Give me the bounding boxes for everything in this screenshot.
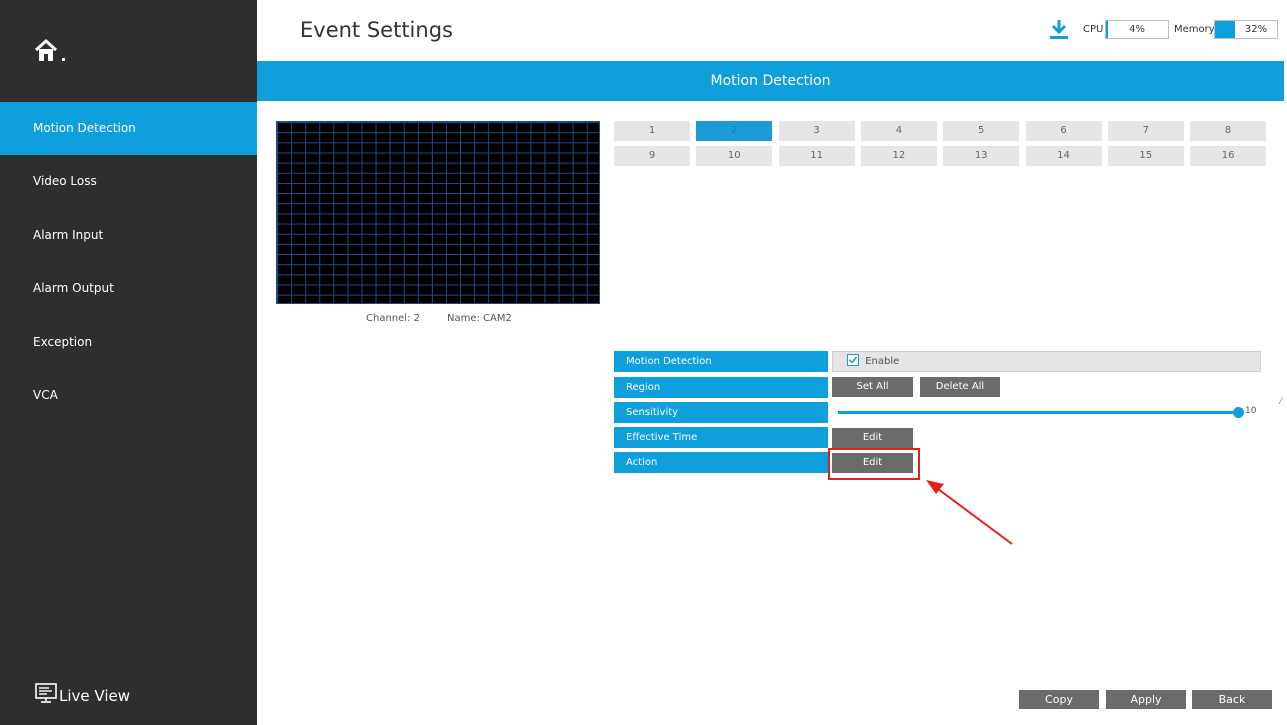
sidebar-item-vca[interactable]: VCA xyxy=(0,369,257,422)
copy-button[interactable]: Copy xyxy=(1019,690,1099,709)
monitor-icon xyxy=(35,682,59,711)
channel-button-8[interactable]: 8 xyxy=(1190,121,1267,141)
page-title: Event Settings xyxy=(300,18,453,42)
cpu-meter: 4% xyxy=(1105,20,1169,39)
set-all-button[interactable]: Set All xyxy=(832,377,913,397)
channel-button-16[interactable]: 16 xyxy=(1190,146,1267,166)
highlight-box xyxy=(828,448,920,480)
camera-name-caption: Name: CAM2 xyxy=(447,313,512,324)
channel-button-4[interactable]: 4 xyxy=(860,121,937,141)
channel-button-1[interactable]: 1 xyxy=(614,121,690,141)
memory-meter: 32% xyxy=(1214,20,1278,39)
motion-region-grid[interactable] xyxy=(276,121,600,304)
sensitivity-label: Sensitivity xyxy=(614,402,828,423)
apply-button[interactable]: Apply xyxy=(1106,690,1186,709)
enable-label: Enable xyxy=(865,356,900,367)
channel-button-14[interactable]: 14 xyxy=(1025,146,1102,166)
back-button[interactable]: Back xyxy=(1192,690,1272,709)
sidebar: Motion Detection Video Loss Alarm Input … xyxy=(0,0,257,725)
memory-fill xyxy=(1215,21,1235,38)
effective-time-label: Effective Time xyxy=(614,427,828,448)
effective-time-edit-button[interactable]: Edit xyxy=(832,428,913,448)
channel-button-7[interactable]: 7 xyxy=(1107,121,1184,141)
channel-button-10[interactable]: 10 xyxy=(696,146,773,166)
action-label: Action xyxy=(614,452,828,473)
sensitivity-slider[interactable] xyxy=(838,411,1238,414)
annotation-arrow-icon xyxy=(920,476,1020,552)
download-icon[interactable] xyxy=(1048,18,1070,44)
sidebar-item-alarm-input[interactable]: Alarm Input xyxy=(0,209,257,262)
channel-caption: Channel: 2 xyxy=(366,313,420,324)
sensitivity-value: 10 xyxy=(1245,406,1257,416)
sidebar-item-motion-detection[interactable]: Motion Detection xyxy=(0,102,257,155)
delete-all-button[interactable]: Delete All xyxy=(920,377,1000,397)
channel-button-13[interactable]: 13 xyxy=(943,146,1020,166)
cpu-label: CPU xyxy=(1083,24,1104,35)
memory-value: 32% xyxy=(1244,24,1268,35)
sidebar-item-alarm-output[interactable]: Alarm Output xyxy=(0,262,257,315)
channel-button-5[interactable]: 5 xyxy=(943,121,1020,141)
channel-button-2[interactable]: 2 xyxy=(696,121,773,141)
cpu-fill xyxy=(1106,21,1109,38)
region-label: Region xyxy=(614,377,828,398)
live-view-button[interactable]: Live View xyxy=(35,682,130,711)
motion-detection-label: Motion Detection xyxy=(614,351,828,372)
channel-button-6[interactable]: 6 xyxy=(1025,121,1102,141)
channel-button-3[interactable]: 3 xyxy=(778,121,855,141)
channel-button-12[interactable]: 12 xyxy=(860,146,937,166)
section-title-bar: Motion Detection xyxy=(257,61,1284,101)
channel-button-11[interactable]: 11 xyxy=(778,146,855,166)
enable-field[interactable]: Enable xyxy=(832,351,1261,372)
sensitivity-slider-handle[interactable] xyxy=(1233,407,1244,418)
cpu-value: 4% xyxy=(1129,24,1145,35)
live-view-label: Live View xyxy=(59,687,130,705)
slider-end-mark: ⁄ xyxy=(1280,397,1282,407)
channel-button-9[interactable]: 9 xyxy=(614,146,690,166)
sidebar-item-exception[interactable]: Exception xyxy=(0,316,257,369)
sidebar-item-video-loss[interactable]: Video Loss xyxy=(0,155,257,208)
home-icon[interactable] xyxy=(33,38,73,66)
enable-checkbox[interactable] xyxy=(847,354,859,366)
channel-button-15[interactable]: 15 xyxy=(1107,146,1184,166)
memory-label: Memory xyxy=(1174,24,1215,35)
